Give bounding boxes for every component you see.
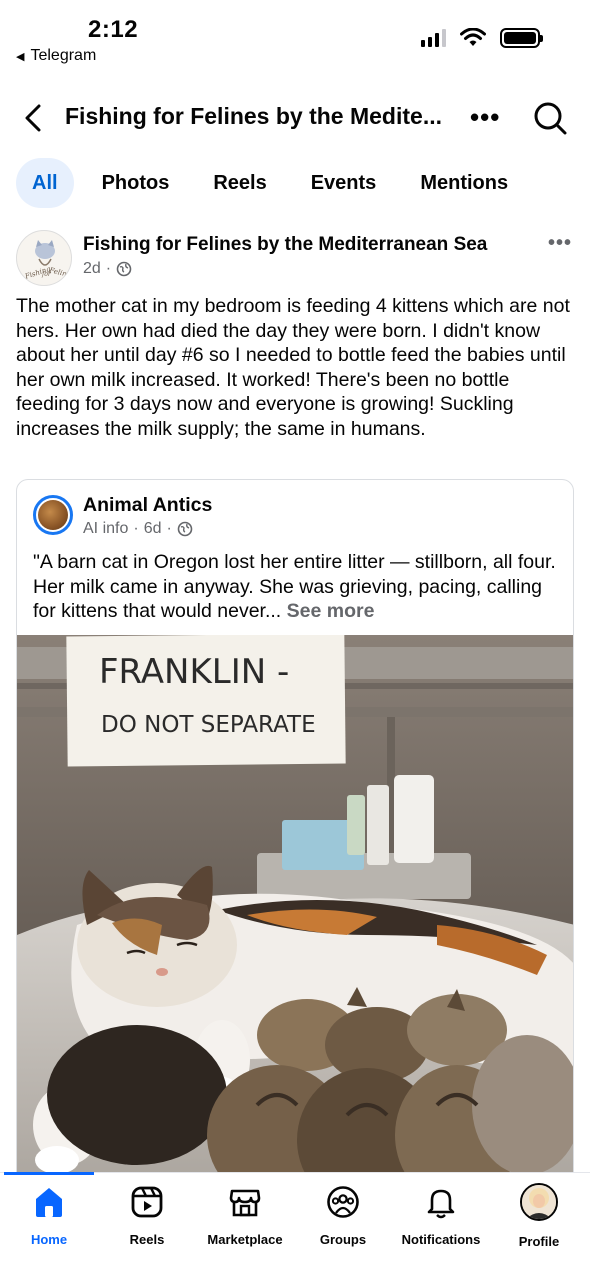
shared-body-text: "A barn cat in Oregon lost her entire li… [33,550,563,624]
groups-icon [327,1186,359,1218]
sign-line-2: DO NOT SEPARATE [101,712,316,738]
ai-info-label[interactable]: AI info [83,520,128,538]
page-title: Fishing for Felines by the Medite... [65,103,442,129]
post-body-text: The mother cat in my bedroom is feeding … [16,295,570,440]
tab-mentions[interactable]: Mentions [398,158,530,208]
nav-notifications[interactable]: Notifications [392,1185,490,1247]
nav-groups-label: Groups [319,1232,367,1247]
post-more-button[interactable]: ••• [548,232,572,255]
status-icons [421,28,543,48]
tab-all[interactable]: All [16,158,74,208]
post-header: Fishing for Felines Fishing for Felines … [16,228,576,288]
nav-home-label: Home [30,1232,68,1247]
meta-separator: · [133,520,139,537]
back-arrow-icon[interactable] [18,100,52,136]
tab-photos[interactable]: Photos [80,158,192,208]
shared-post-header: Animal Antics AI info · 6d · [33,492,553,544]
animal-antics-avatar[interactable] [33,495,73,535]
post-time: 2d [83,260,101,277]
battery-icon [500,28,543,48]
nav-home[interactable]: Home [0,1185,98,1247]
back-triangle-icon: ◀ [16,50,25,63]
nav-notifications-label: Notifications [401,1232,481,1247]
shared-meta: AI info · 6d · [83,520,193,538]
home-icon [36,1188,62,1217]
shared-post-card[interactable]: Animal Antics AI info · 6d · "A barn cat… [16,479,574,1199]
meta-separator: · [105,260,112,277]
filter-tabs: All Photos Reels Events Mentions [16,158,530,208]
shared-time: 6d [143,520,162,537]
reels-icon [131,1186,163,1218]
post-author[interactable]: Fishing for Felines by the Mediterranean… [83,234,487,256]
bottom-navigation: Home Reels Marketplace Groups Notificati… [0,1172,590,1280]
post-meta: 2d · [83,260,132,278]
page-header: Fishing for Felines by the Medite... ••• [0,90,590,146]
nav-profile[interactable]: Profile [490,1183,588,1249]
tab-events[interactable]: Events [289,158,399,208]
globe-icon [177,521,193,537]
nav-reels[interactable]: Reels [98,1185,196,1247]
cellular-signal-icon [421,29,446,47]
sign-line-1: FRANKLIN - [99,652,289,692]
see-more-link[interactable]: See more [287,600,375,622]
tab-reels[interactable]: Reels [191,158,288,208]
nav-profile-label: Profile [518,1234,560,1249]
bell-icon [427,1189,455,1219]
shared-author[interactable]: Animal Antics [83,494,212,517]
nav-marketplace[interactable]: Marketplace [196,1185,294,1247]
return-app-label: Telegram [30,47,97,64]
cat-nursing-kittens-image: FRANKLIN - DO NOT SEPARATE [17,635,573,1198]
wifi-icon [460,28,486,46]
meta-separator: · [166,520,172,537]
page-avatar[interactable]: Fishing for Felines [16,230,72,286]
nav-groups[interactable]: Groups [294,1185,392,1247]
cat-logo-icon: Fishing for Felines [23,240,72,281]
search-icon[interactable] [530,98,570,138]
active-tab-indicator [4,1172,94,1175]
marketplace-icon [229,1189,261,1217]
nav-marketplace-label: Marketplace [207,1232,283,1247]
return-to-app-link[interactable]: ◀ Telegram [16,47,96,65]
status-bar: 2:12 ◀ Telegram [0,0,590,70]
avatar-text-3: Felines [48,266,72,280]
globe-icon [116,261,132,277]
status-time: 2:12 [88,16,139,43]
more-options-button[interactable]: ••• [470,102,500,133]
nav-reels-label: Reels [129,1232,165,1247]
post-photo[interactable]: FRANKLIN - DO NOT SEPARATE [17,635,573,1198]
profile-avatar [520,1183,558,1221]
